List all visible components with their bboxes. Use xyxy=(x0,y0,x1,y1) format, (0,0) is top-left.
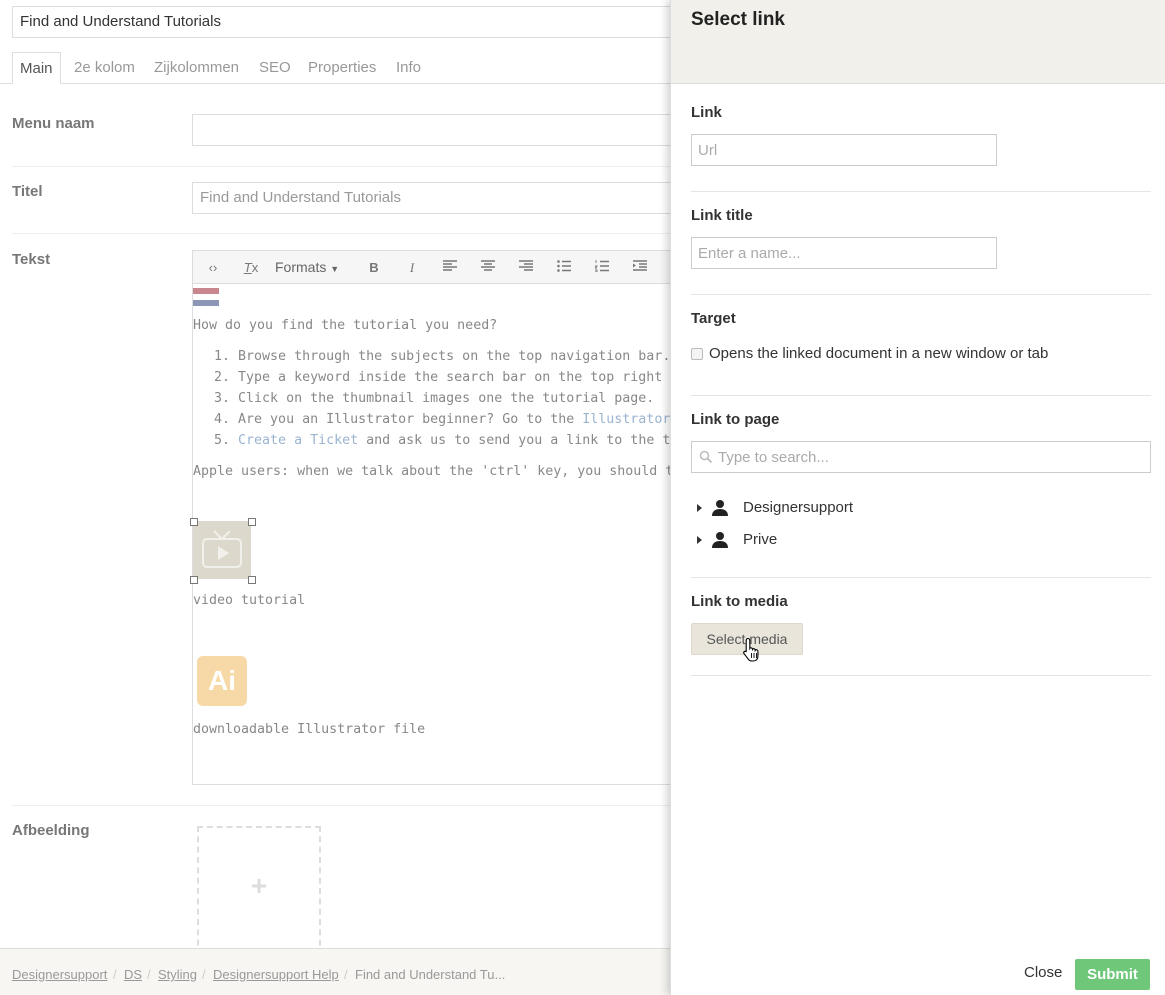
plus-icon: + xyxy=(250,870,268,901)
rte-toolbar: ‹› Tx Formats ▼ B I xyxy=(193,251,670,284)
illustrator-beginner-link[interactable]: Illustrator beginner xyxy=(582,412,670,427)
divider xyxy=(691,577,1151,578)
caret-down-icon: ▼ xyxy=(330,264,340,274)
divider xyxy=(691,395,1151,396)
divider xyxy=(12,805,670,806)
dialog-header: Select link xyxy=(671,0,1165,84)
menu-naam-input[interactable] xyxy=(192,114,670,146)
titel-input[interactable]: Find and Understand Tutorials xyxy=(192,182,670,214)
close-button[interactable]: Close xyxy=(1024,964,1062,981)
breadcrumb-separator: / xyxy=(147,967,151,982)
breadcrumb-item[interactable]: DS xyxy=(124,967,142,982)
divider xyxy=(12,166,670,167)
align-left-icon[interactable] xyxy=(438,257,462,279)
user-icon xyxy=(712,500,728,516)
illustrator-file-icon[interactable]: Ai xyxy=(197,656,247,706)
align-right-icon[interactable] xyxy=(514,257,538,279)
bullet-list-icon[interactable] xyxy=(552,257,576,279)
video-tutorial-image[interactable] xyxy=(193,521,251,579)
dialog-title: Select link xyxy=(691,9,785,30)
user-icon xyxy=(712,532,728,548)
new-window-checkbox[interactable] xyxy=(691,348,703,360)
formats-dropdown[interactable]: Formats ▼ xyxy=(275,257,339,279)
breadcrumb-item[interactable]: Styling xyxy=(158,967,197,982)
bold-icon[interactable]: B xyxy=(362,257,386,279)
caret-right-icon[interactable] xyxy=(697,504,702,512)
ai-caption: downloadable Illustrator file xyxy=(193,722,426,737)
rich-text-editor[interactable]: ‹› Tx Formats ▼ B I How do you find the … xyxy=(190,250,670,785)
page-search-box xyxy=(691,441,1151,473)
indent-icon[interactable] xyxy=(628,257,652,279)
search-icon xyxy=(699,450,713,464)
resize-handle[interactable] xyxy=(248,518,256,526)
image-upload-area[interactable]: + xyxy=(197,826,321,956)
breadcrumb-current: Find and Understand Tu... xyxy=(355,967,506,982)
breadcrumb-item[interactable]: Designersupport Help xyxy=(213,967,339,982)
clear-formatting-icon[interactable]: Tx xyxy=(239,257,263,279)
video-caption: video tutorial xyxy=(193,593,306,608)
tab-zijkolommen[interactable]: Zijkolommen xyxy=(147,52,246,84)
list-item: 5. Create a Ticket and ask us to send yo… xyxy=(214,433,670,448)
resize-handle[interactable] xyxy=(190,576,198,584)
tab-info[interactable]: Info xyxy=(389,52,428,84)
node-name-input[interactable]: Find and Understand Tutorials xyxy=(12,6,670,38)
content-editor: Find and Understand Tutorials Main 2e ko… xyxy=(0,0,670,995)
breadcrumb-separator: / xyxy=(202,967,206,982)
divider xyxy=(12,233,670,234)
link-title-label: Link title xyxy=(691,207,753,224)
editor-tabs: Main 2e kolom Zijkolommen SEO Properties… xyxy=(0,52,670,84)
titel-label: Titel xyxy=(12,183,43,200)
dutch-flag-icon xyxy=(193,288,219,306)
link-label: Link xyxy=(691,104,722,121)
afbeelding-label: Afbeelding xyxy=(12,822,90,839)
select-link-dialog: Select link Link Link title Target Opens… xyxy=(670,0,1165,995)
divider xyxy=(691,675,1151,676)
tekst-label: Tekst xyxy=(12,251,51,268)
url-input[interactable] xyxy=(691,134,997,166)
apple-note: Apple users: when we talk about the 'ctr… xyxy=(193,464,670,479)
source-code-icon[interactable]: ‹› xyxy=(201,257,225,279)
tv-icon xyxy=(202,530,242,568)
tab-seo[interactable]: SEO xyxy=(252,52,298,84)
list-item: 4. Are you an Illustrator beginner? Go t… xyxy=(214,412,670,427)
hand-pointer-cursor-icon xyxy=(743,637,759,662)
tab-properties[interactable]: Properties xyxy=(301,52,383,84)
breadcrumb-separator: / xyxy=(113,967,117,982)
breadcrumb-item[interactable]: Designersupport xyxy=(12,967,107,982)
resize-handle[interactable] xyxy=(248,576,256,584)
menu-naam-label: Menu naam xyxy=(12,115,95,132)
formats-label: Formats xyxy=(275,259,327,275)
tree-node-label: Prive xyxy=(743,531,778,548)
tab-main[interactable]: Main xyxy=(12,52,61,84)
align-center-icon[interactable] xyxy=(476,257,500,279)
ai-icon-text: Ai xyxy=(208,665,236,696)
italic-icon[interactable]: I xyxy=(400,257,424,279)
breadcrumb-separator: / xyxy=(344,967,348,982)
create-ticket-link[interactable]: Create a Ticket xyxy=(238,433,358,448)
divider xyxy=(691,191,1151,192)
intro-text: How do you find the tutorial you need? xyxy=(193,318,498,333)
new-window-checkbox-label[interactable]: Opens the linked document in a new windo… xyxy=(709,345,1048,362)
list-item: 1. Browse through the subjects on the to… xyxy=(214,349,670,364)
resize-handle[interactable] xyxy=(190,518,198,526)
link-to-page-label: Link to page xyxy=(691,411,780,428)
link-to-media-label: Link to media xyxy=(691,593,788,610)
list-item: 2. Type a keyword inside the search bar … xyxy=(214,370,670,385)
submit-button[interactable]: Submit xyxy=(1075,959,1150,990)
target-label: Target xyxy=(691,310,736,327)
tree-node-label: Designersupport xyxy=(743,499,854,516)
tab-2e-kolom[interactable]: 2e kolom xyxy=(67,52,142,84)
link-title-input[interactable] xyxy=(691,237,997,269)
caret-right-icon[interactable] xyxy=(697,536,702,544)
list-item: 3. Click on the thumbnail images one the… xyxy=(214,391,655,406)
divider xyxy=(691,294,1151,295)
page-search-input[interactable] xyxy=(718,442,1148,472)
numbered-list-icon[interactable] xyxy=(590,257,614,279)
